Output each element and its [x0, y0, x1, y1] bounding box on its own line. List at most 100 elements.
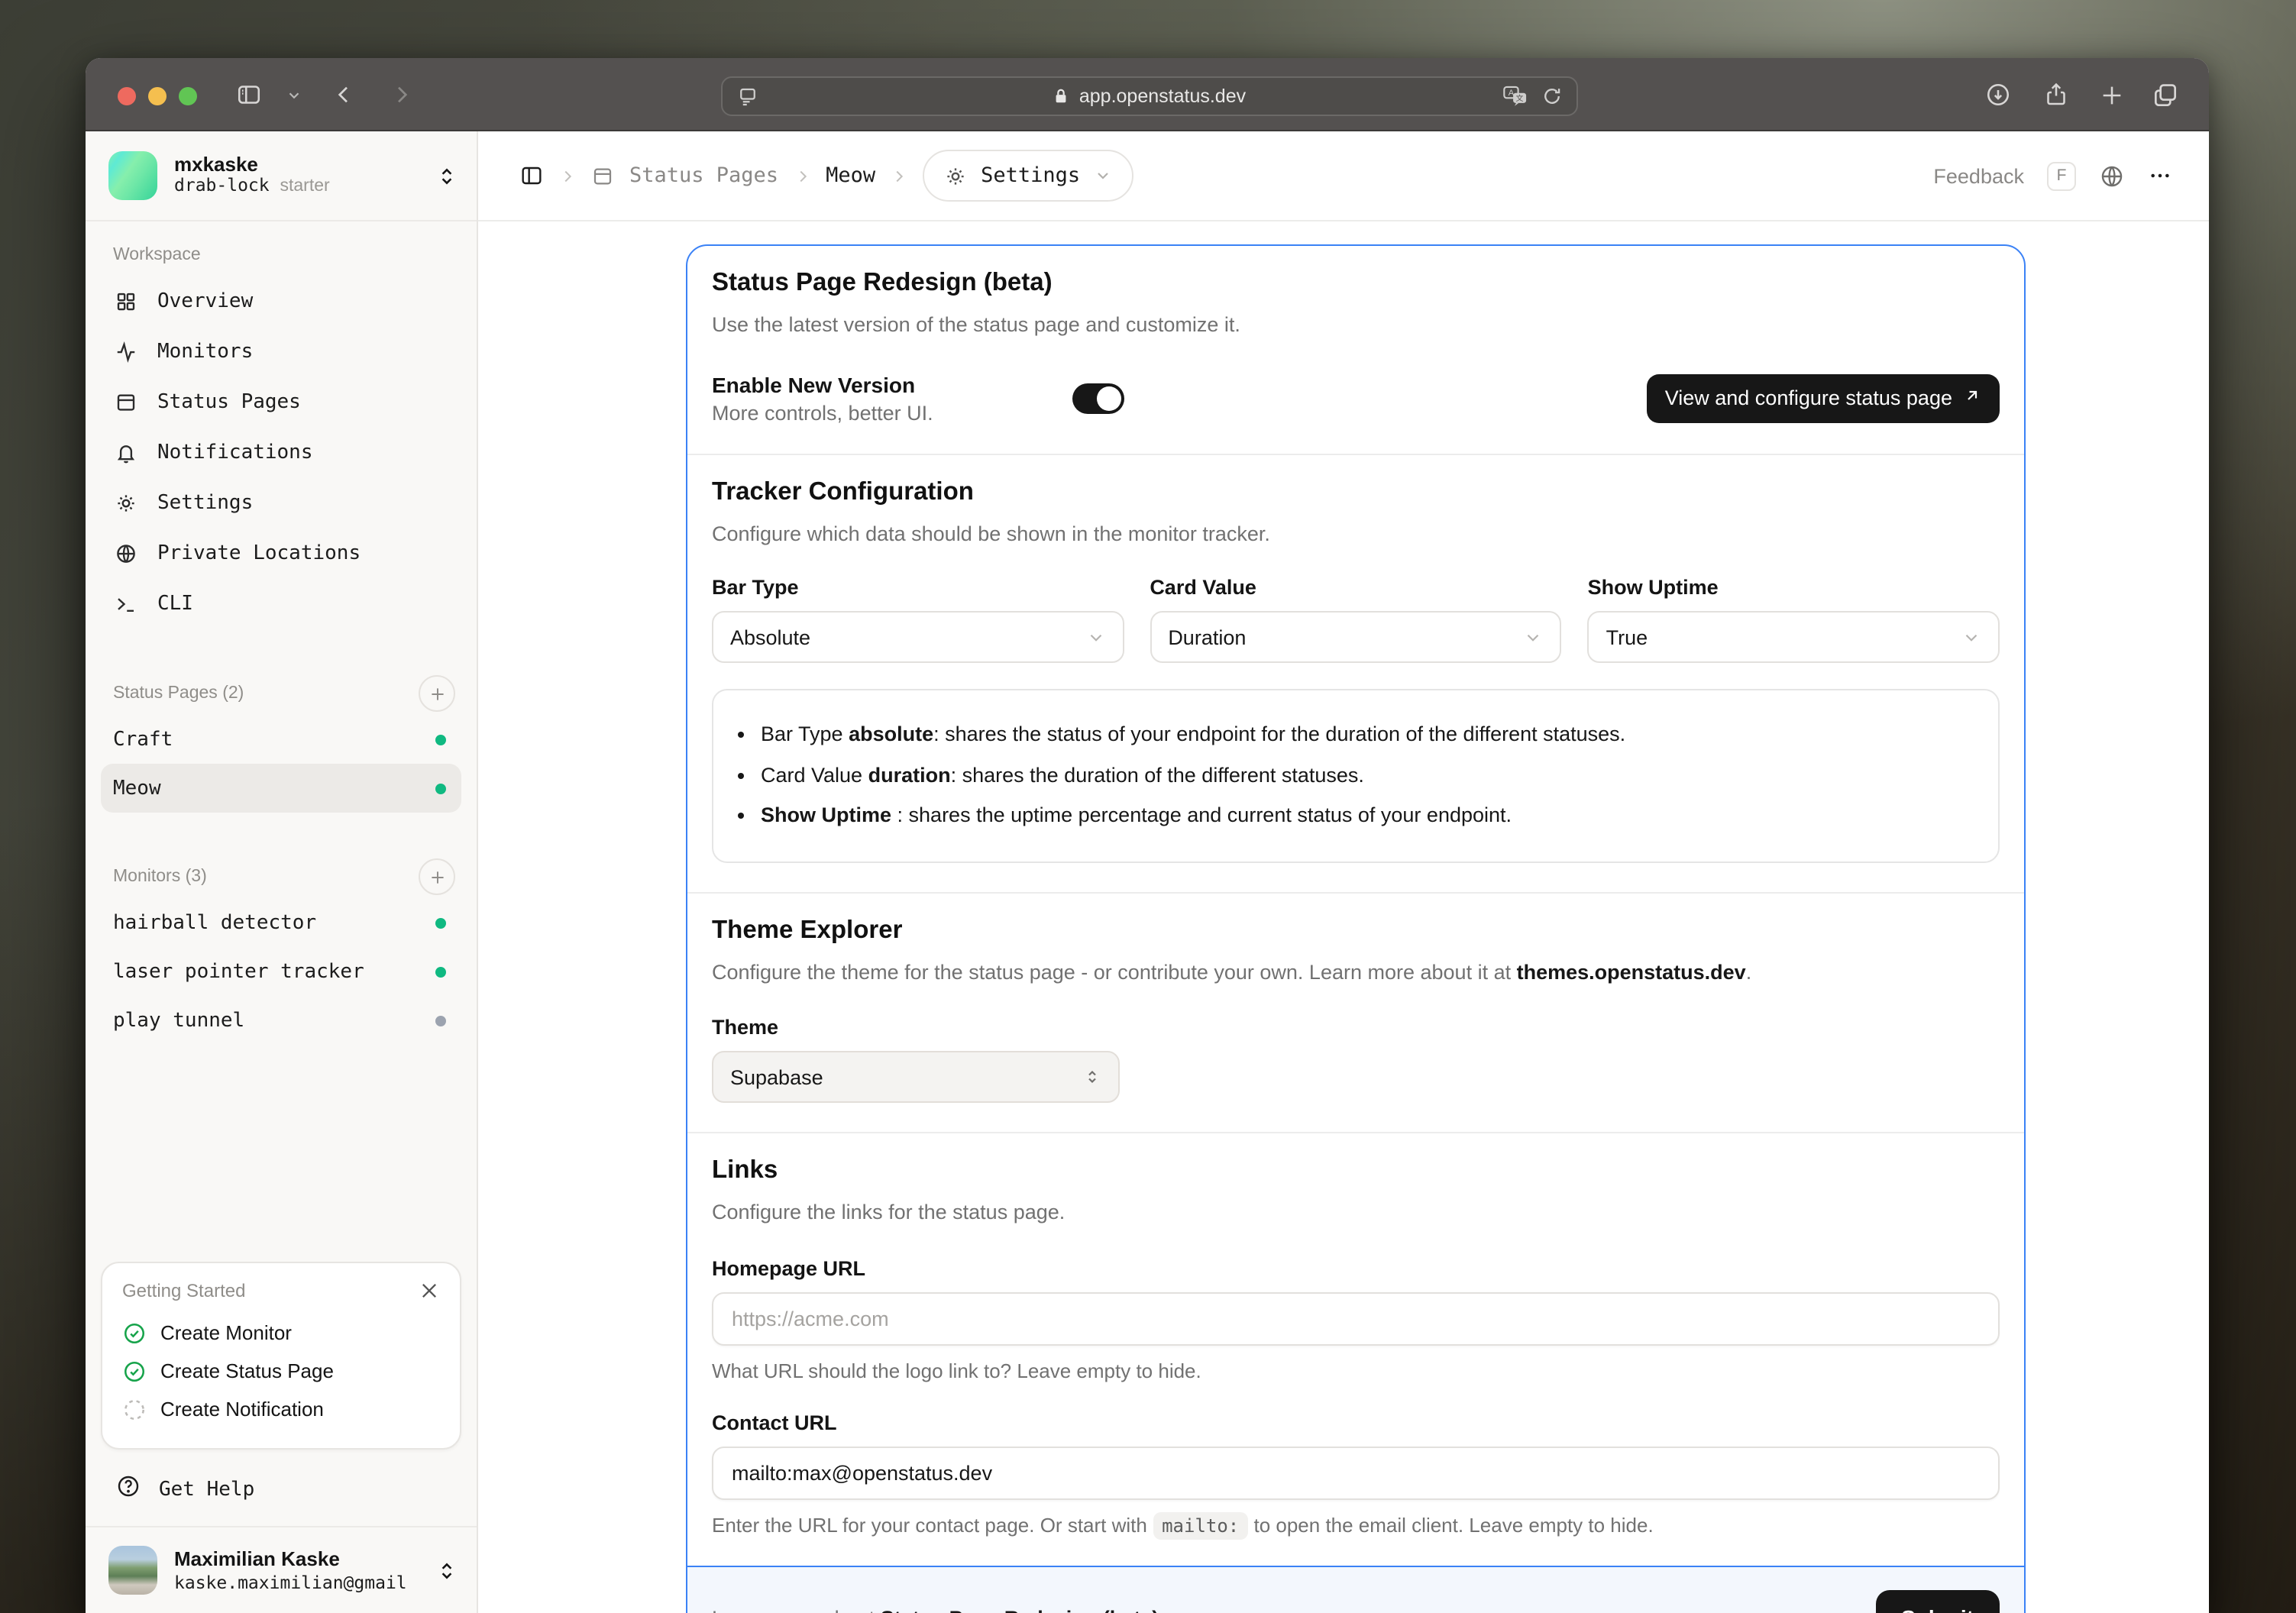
- chevron-down-icon: [1085, 627, 1105, 647]
- item-label: hairball detector: [113, 911, 317, 934]
- bell-icon: [113, 441, 137, 464]
- chevron-down-icon: [1094, 166, 1112, 185]
- user-switch-icon[interactable]: [437, 1559, 457, 1582]
- breadcrumb-section[interactable]: Status Pages: [629, 163, 778, 188]
- user-email: kaske.maximilian@gmail…: [174, 1572, 406, 1594]
- themes-link[interactable]: themes.openstatus.dev: [1517, 961, 1746, 984]
- globe-icon[interactable]: [2099, 163, 2125, 189]
- breadcrumb-tab-label: Settings: [981, 163, 1081, 188]
- status-pages-section-label: Status Pages (2): [113, 684, 244, 703]
- section-description: Configure the links for the status page.: [712, 1201, 1066, 1224]
- status-page-item-craft[interactable]: Craft: [101, 715, 461, 764]
- user-menu[interactable]: Maximilian Kaske kaske.maximilian@gmail…: [86, 1526, 477, 1613]
- reload-icon[interactable]: [1541, 78, 1563, 115]
- bar-type-label: Bar Type: [712, 576, 799, 600]
- section-description: Configure which data should be shown in …: [712, 522, 1270, 545]
- back-button-icon[interactable]: [331, 58, 356, 131]
- sidebar-item-status-pages[interactable]: Status Pages: [101, 377, 461, 428]
- sidebar-item-label: Monitors: [157, 341, 254, 364]
- breadcrumb-tab-selector[interactable]: Settings: [923, 150, 1134, 202]
- monitor-item-play-tunnel[interactable]: play tunnel: [101, 996, 461, 1045]
- homepage-url-input[interactable]: [712, 1291, 2000, 1346]
- svg-text:文: 文: [1516, 92, 1524, 102]
- sidebar-item-label: Overview: [157, 290, 254, 313]
- screen: app.openstatus.dev A文 mxkaske drab-lock …: [0, 0, 2296, 1613]
- add-monitor-button[interactable]: [419, 858, 455, 895]
- section-title: Links: [712, 1156, 778, 1185]
- breadcrumb-page[interactable]: Meow: [826, 163, 875, 188]
- toggle-sublabel: More controls, better UI.: [712, 401, 933, 425]
- homepage-url-label: Homepage URL: [712, 1256, 866, 1280]
- item-label: play tunnel: [113, 1009, 245, 1032]
- downloads-icon[interactable]: [1984, 58, 2012, 131]
- toggle-sidebar-icon[interactable]: [235, 58, 263, 131]
- activity-icon: [113, 341, 137, 364]
- workspace-switch-icon[interactable]: [437, 164, 457, 187]
- monitor-item-hairball-detector[interactable]: hairball detector: [101, 898, 461, 947]
- page-settings-icon[interactable]: [736, 78, 759, 115]
- getting-started-label: Create Status Page: [160, 1359, 334, 1382]
- get-help-link[interactable]: Get Help: [101, 1468, 461, 1526]
- monitor-item-laser-pointer-tracker[interactable]: laser pointer tracker: [101, 947, 461, 996]
- share-icon[interactable]: [2042, 58, 2070, 131]
- select-value: Duration: [1168, 625, 1247, 649]
- gear-icon: [944, 164, 967, 187]
- grid-icon: [113, 290, 137, 313]
- sidebar-item-cli[interactable]: CLI: [101, 579, 461, 629]
- contact-url-input[interactable]: [712, 1446, 2000, 1500]
- view-configure-status-page-button[interactable]: View and configure status page: [1646, 373, 2000, 423]
- enable-new-version-toggle[interactable]: [1072, 383, 1124, 414]
- bar-type-select[interactable]: Absolute: [712, 611, 1124, 664]
- theme-select[interactable]: Supabase: [712, 1051, 1120, 1104]
- sidebar-item-label: Notifications: [157, 441, 313, 464]
- browser-toolbar: app.openstatus.dev A文: [86, 58, 2209, 131]
- status-dot-green: [435, 783, 446, 794]
- status-page-item-meow[interactable]: Meow: [101, 764, 461, 813]
- getting-started-item[interactable]: Create Notification: [122, 1390, 440, 1428]
- add-status-page-button[interactable]: [419, 675, 455, 712]
- more-options-icon[interactable]: [2148, 163, 2172, 188]
- show-uptime-select[interactable]: True: [1587, 611, 2000, 664]
- close-icon[interactable]: [419, 1280, 440, 1301]
- select-value: True: [1606, 625, 1648, 649]
- footer-text: Learn more about Status Page Redesign (b…: [712, 1607, 1165, 1613]
- workspace-section-label: Workspace: [113, 246, 201, 264]
- card-value-select[interactable]: Duration: [1150, 611, 1562, 664]
- sidebar-item-overview[interactable]: Overview: [101, 276, 461, 327]
- page-header: Status Pages Meow Settings Feedback F: [478, 131, 2209, 221]
- feedback-button[interactable]: Feedback: [1933, 164, 2024, 187]
- chevron-right-icon: [559, 167, 576, 184]
- section-title: Status Page Redesign (beta): [712, 269, 1053, 296]
- getting-started-item[interactable]: Create Monitor: [122, 1314, 440, 1352]
- new-tab-icon[interactable]: [2099, 58, 2125, 131]
- panel-icon: [113, 391, 137, 414]
- show-uptime-label: Show Uptime: [1587, 576, 1719, 600]
- status-dot-green: [435, 734, 446, 745]
- tracker-help-bullet: Show Uptime : shares the uptime percenta…: [761, 801, 1972, 831]
- submit-button[interactable]: Submit: [1875, 1590, 2000, 1613]
- item-label: Meow: [113, 777, 161, 800]
- sidebar-chevron-icon[interactable]: [286, 58, 302, 131]
- translate-icon[interactable]: A文: [1503, 78, 1529, 115]
- minimize-window-button[interactable]: [148, 87, 167, 105]
- status-page-redesign-card: Status Page Redesign (beta) Use the late…: [686, 244, 2026, 1613]
- close-window-button[interactable]: [118, 87, 136, 105]
- getting-started-item[interactable]: Create Status Page: [122, 1352, 440, 1390]
- sidebar-item-private-locations[interactable]: Private Locations: [101, 529, 461, 579]
- sidebar-item-settings[interactable]: Settings: [101, 478, 461, 529]
- sidebar-item-notifications[interactable]: Notifications: [101, 428, 461, 478]
- getting-started-label: Create Monitor: [160, 1321, 292, 1344]
- workspace-avatar: [108, 151, 157, 200]
- forward-button-icon[interactable]: [390, 58, 414, 131]
- window-controls: [118, 87, 197, 105]
- collapse-sidebar-icon[interactable]: [519, 163, 544, 188]
- contact-url-helper: Enter the URL for your contact page. Or …: [712, 1511, 2000, 1540]
- sidebar-item-monitors[interactable]: Monitors: [101, 327, 461, 377]
- sidebar-item-label: Status Pages: [157, 391, 301, 414]
- status-dot-green: [435, 966, 446, 977]
- tab-overview-icon[interactable]: [2151, 58, 2180, 131]
- zoom-window-button[interactable]: [179, 87, 197, 105]
- workspace-switcher[interactable]: mxkaske drab-lock starter: [86, 131, 477, 221]
- url-text: app.openstatus.dev: [1078, 86, 1247, 107]
- address-bar[interactable]: app.openstatus.dev A文: [721, 76, 1578, 116]
